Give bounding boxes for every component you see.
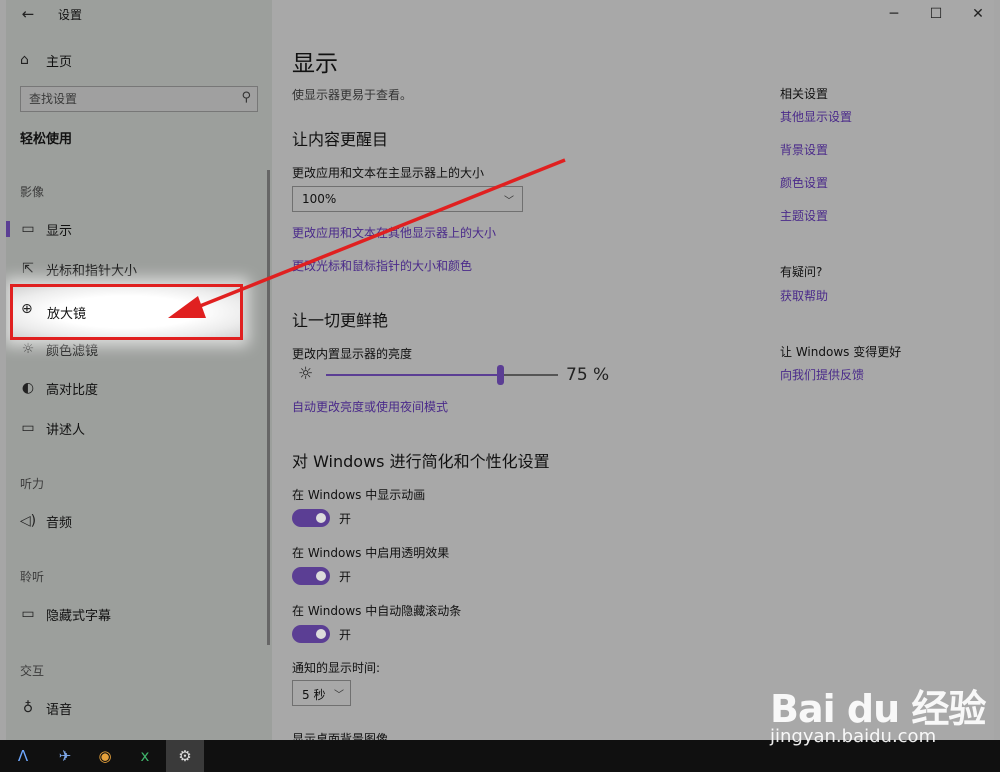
sidebar-item-speech[interactable]: ♁ 语音	[6, 693, 268, 723]
baidu-watermark-url: jingyan.baidu.com	[770, 726, 937, 747]
toggle-label: 在 Windows 中启用透明效果	[292, 546, 450, 560]
arch-icon[interactable]: Λ	[4, 740, 42, 772]
notify-dropdown-value: 5 秒	[302, 688, 326, 702]
close-button[interactable]: ✕	[962, 2, 994, 26]
minimize-button[interactable]: ─	[878, 2, 910, 26]
selected-indicator	[6, 221, 10, 237]
transparency-toggle[interactable]	[292, 567, 330, 585]
toggle-knob	[316, 571, 326, 581]
highlight-label: 放大镜	[47, 307, 87, 322]
excel-icon[interactable]: x	[126, 740, 164, 772]
brightness-slider[interactable]	[326, 365, 558, 385]
notify-dropdown[interactable]: 5 秒 ﹀	[292, 680, 351, 706]
search-input[interactable]	[21, 87, 231, 111]
microphone-icon: ♁	[22, 700, 34, 716]
category-listen: 聆听	[20, 570, 45, 584]
monitor-icon: ▭	[21, 221, 35, 237]
settings-icon[interactable]: ⚙	[166, 740, 204, 772]
background-image-label: 显示桌面背景图像	[292, 732, 389, 740]
size-dropdown-value: 100%	[302, 192, 337, 206]
sidebar-item-audio[interactable]: ◁) 音频	[6, 506, 268, 536]
maximize-button[interactable]: ☐	[920, 2, 952, 26]
page-subtitle: 使显示器更易于查看。	[292, 88, 413, 102]
sidebar-home-label: 主页	[46, 54, 73, 70]
settings-window: ← 设置 ⌂ 主页 ⚲ 轻松使用 影像 ▭ 显示 ⇱ 光标和指针大小 ⊕ 放大镜…	[6, 0, 994, 740]
related-link[interactable]: 其他显示设置	[780, 108, 852, 125]
brightness-value: 75 %	[566, 365, 610, 385]
category-vision: 影像	[20, 185, 45, 199]
sidebar: ← 设置 ⌂ 主页 ⚲ 轻松使用 影像 ▭ 显示 ⇱ 光标和指针大小 ⊕ 放大镜…	[6, 0, 272, 740]
related-link[interactable]: 颜色设置	[780, 174, 828, 191]
toggle-label: 在 Windows 中显示动画	[292, 488, 426, 502]
toggle-knob	[316, 629, 326, 639]
sun-icon: ☼	[298, 364, 314, 384]
toggle-state: 开	[339, 512, 352, 526]
sidebar-item-captions[interactable]: ▭ 隐藏式字幕	[6, 599, 268, 629]
sidebar-item-high-contrast[interactable]: ◐ 高对比度	[6, 373, 268, 403]
related-link[interactable]: 主题设置	[780, 207, 828, 224]
feedback-heading: 让 Windows 变得更好	[780, 345, 902, 359]
sidebar-item-display[interactable]: ▭ 显示	[6, 214, 268, 244]
magnifier-icon: ⊕	[21, 301, 33, 317]
sidebar-scrollbar[interactable]	[267, 170, 270, 645]
toggle-knob	[316, 513, 326, 523]
search-box: ⚲	[20, 86, 258, 112]
section-heading: 让一切更鲜艳	[292, 311, 389, 330]
sidebar-item-narrator[interactable]: ▭ 讲述人	[6, 413, 268, 443]
size-dropdown[interactable]: 100% ﹀	[292, 186, 523, 212]
category-hearing: 听力	[20, 477, 45, 491]
media-player-icon[interactable]: ◉	[86, 740, 124, 772]
cursor-icon: ⇱	[22, 261, 34, 277]
speaker-icon: ◁)	[19, 513, 37, 529]
color-filter-icon: ☼	[21, 341, 35, 357]
sidebar-item-label: 显示	[46, 223, 73, 239]
back-button[interactable]: ←	[16, 3, 40, 25]
captions-icon: ▭	[21, 606, 35, 622]
notify-label: 通知的显示时间:	[292, 661, 381, 675]
toggle-label: 在 Windows 中自动隐藏滚动条	[292, 604, 462, 618]
main-content: ─ ☐ ✕ 显示 使显示器更易于查看。 让内容更醒目 更改应用和文本在主显示器上…	[272, 0, 994, 740]
related-link[interactable]: 背景设置	[780, 141, 828, 158]
window-title: 设置	[58, 8, 83, 22]
sidebar-item-label: 音频	[46, 515, 73, 531]
cursor-size-link[interactable]: 更改光标和鼠标指针的大小和颜色	[292, 257, 472, 274]
animation-toggle[interactable]	[292, 509, 330, 527]
narrator-icon: ▭	[21, 420, 35, 436]
chevron-down-icon: ﹀	[334, 690, 344, 701]
slider-fill	[326, 374, 500, 376]
sidebar-home[interactable]: ⌂ 主页	[20, 50, 72, 70]
bird-icon[interactable]: ✈	[46, 740, 84, 772]
search-icon[interactable]: ⚲	[241, 90, 251, 105]
night-mode-link[interactable]: 自动更改亮度或使用夜间模式	[292, 398, 448, 415]
size-label: 更改应用和文本在主显示器上的大小	[292, 166, 485, 180]
section-heading: 对 Windows 进行简化和个性化设置	[292, 452, 550, 471]
scrollbar-toggle[interactable]	[292, 625, 330, 643]
sidebar-item-cursor[interactable]: ⇱ 光标和指针大小	[6, 254, 268, 284]
sidebar-item-label: 语音	[46, 702, 73, 718]
section-title: 轻松使用	[20, 132, 73, 147]
page-title: 显示	[292, 51, 338, 77]
section-heading: 让内容更醒目	[292, 130, 389, 149]
baidu-watermark-logo: Bai du 经验	[770, 687, 986, 731]
sidebar-item-label: 讲述人	[46, 422, 86, 438]
toggle-state: 开	[339, 628, 352, 642]
brightness-label: 更改内置显示器的亮度	[292, 347, 413, 361]
contrast-icon: ◐	[21, 380, 35, 396]
toggle-state: 开	[339, 570, 352, 584]
category-interact: 交互	[20, 664, 45, 678]
sidebar-item-label: 高对比度	[46, 382, 99, 398]
slider-thumb[interactable]	[497, 365, 504, 385]
other-display-size-link[interactable]: 更改应用和文本在其他显示器上的大小	[292, 224, 496, 241]
related-heading: 相关设置	[780, 87, 829, 101]
sidebar-item-label: 颜色滤镜	[46, 343, 99, 359]
help-link[interactable]: 获取帮助	[780, 287, 828, 304]
help-heading: 有疑问?	[780, 265, 823, 279]
feedback-link[interactable]: 向我们提供反馈	[780, 366, 864, 383]
highlight-box[interactable]: ⊕ 放大镜	[10, 284, 243, 340]
home-icon: ⌂	[20, 52, 29, 68]
chevron-down-icon: ﹀	[504, 196, 514, 207]
sidebar-item-label: 隐藏式字幕	[46, 608, 112, 624]
sidebar-item-label: 光标和指针大小	[46, 263, 138, 279]
